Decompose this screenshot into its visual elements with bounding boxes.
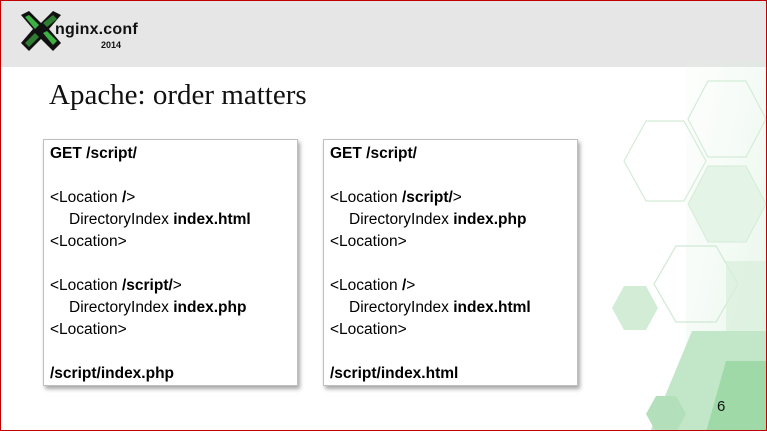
- decorative-hexagon-pattern: [612, 61, 766, 430]
- directory-index-line: DirectoryIndex index.php: [330, 209, 577, 231]
- result-line: /script/index.html: [330, 365, 459, 382]
- directory-index-line: DirectoryIndex index.php: [50, 297, 297, 319]
- nginx-conf-logo: nginx.conf 2014: [19, 9, 139, 57]
- location-open-line: <Location /script/>: [330, 187, 577, 209]
- directive-name: DirectoryIndex: [69, 211, 174, 228]
- location-close-line: <Location>: [50, 233, 127, 250]
- page-number: 6: [717, 398, 726, 415]
- directory-index-line: DirectoryIndex index.html: [50, 209, 297, 231]
- result-line: /script/index.php: [50, 365, 175, 382]
- logo-year: 2014: [101, 40, 122, 50]
- directive-value: index.php: [453, 211, 527, 228]
- location-tag-prefix: <Location: [50, 189, 122, 206]
- location-path: /script/: [121, 277, 173, 294]
- location-tag-suffix: >: [452, 189, 462, 206]
- location-tag-prefix: <Location: [330, 277, 402, 294]
- request-line: GET /script/: [330, 145, 417, 162]
- location-close-line: <Location>: [330, 321, 407, 338]
- location-path: /script/: [401, 189, 453, 206]
- location-tag-suffix: >: [406, 277, 416, 294]
- request-line: GET /script/: [50, 145, 137, 162]
- directory-index-line: DirectoryIndex index.html: [330, 297, 577, 319]
- location-tag-prefix: <Location: [50, 277, 122, 294]
- location-tag-suffix: >: [126, 189, 136, 206]
- presentation-slide: nginx.conf 2014 Apache: order matters GE…: [0, 0, 767, 431]
- slide-title: Apache: order matters: [49, 79, 307, 111]
- location-open-line: <Location />: [50, 187, 297, 209]
- location-tag-suffix: >: [172, 277, 182, 294]
- directive-name: DirectoryIndex: [349, 211, 454, 228]
- directive-value: index.html: [173, 211, 251, 228]
- directive-value: index.php: [173, 299, 247, 316]
- location-open-line: <Location /script/>: [50, 275, 297, 297]
- location-open-line: <Location />: [330, 275, 577, 297]
- logo-wordmark: nginx.conf: [55, 21, 138, 38]
- config-panel-right: GET /script/ <Location /script/> Directo…: [323, 139, 578, 386]
- location-close-line: <Location>: [330, 233, 407, 250]
- directive-value: index.html: [453, 299, 531, 316]
- location-tag-prefix: <Location: [330, 189, 402, 206]
- config-panel-left: GET /script/ <Location /> DirectoryIndex…: [43, 139, 298, 386]
- directive-name: DirectoryIndex: [349, 299, 454, 316]
- directive-name: DirectoryIndex: [69, 299, 174, 316]
- location-close-line: <Location>: [50, 321, 127, 338]
